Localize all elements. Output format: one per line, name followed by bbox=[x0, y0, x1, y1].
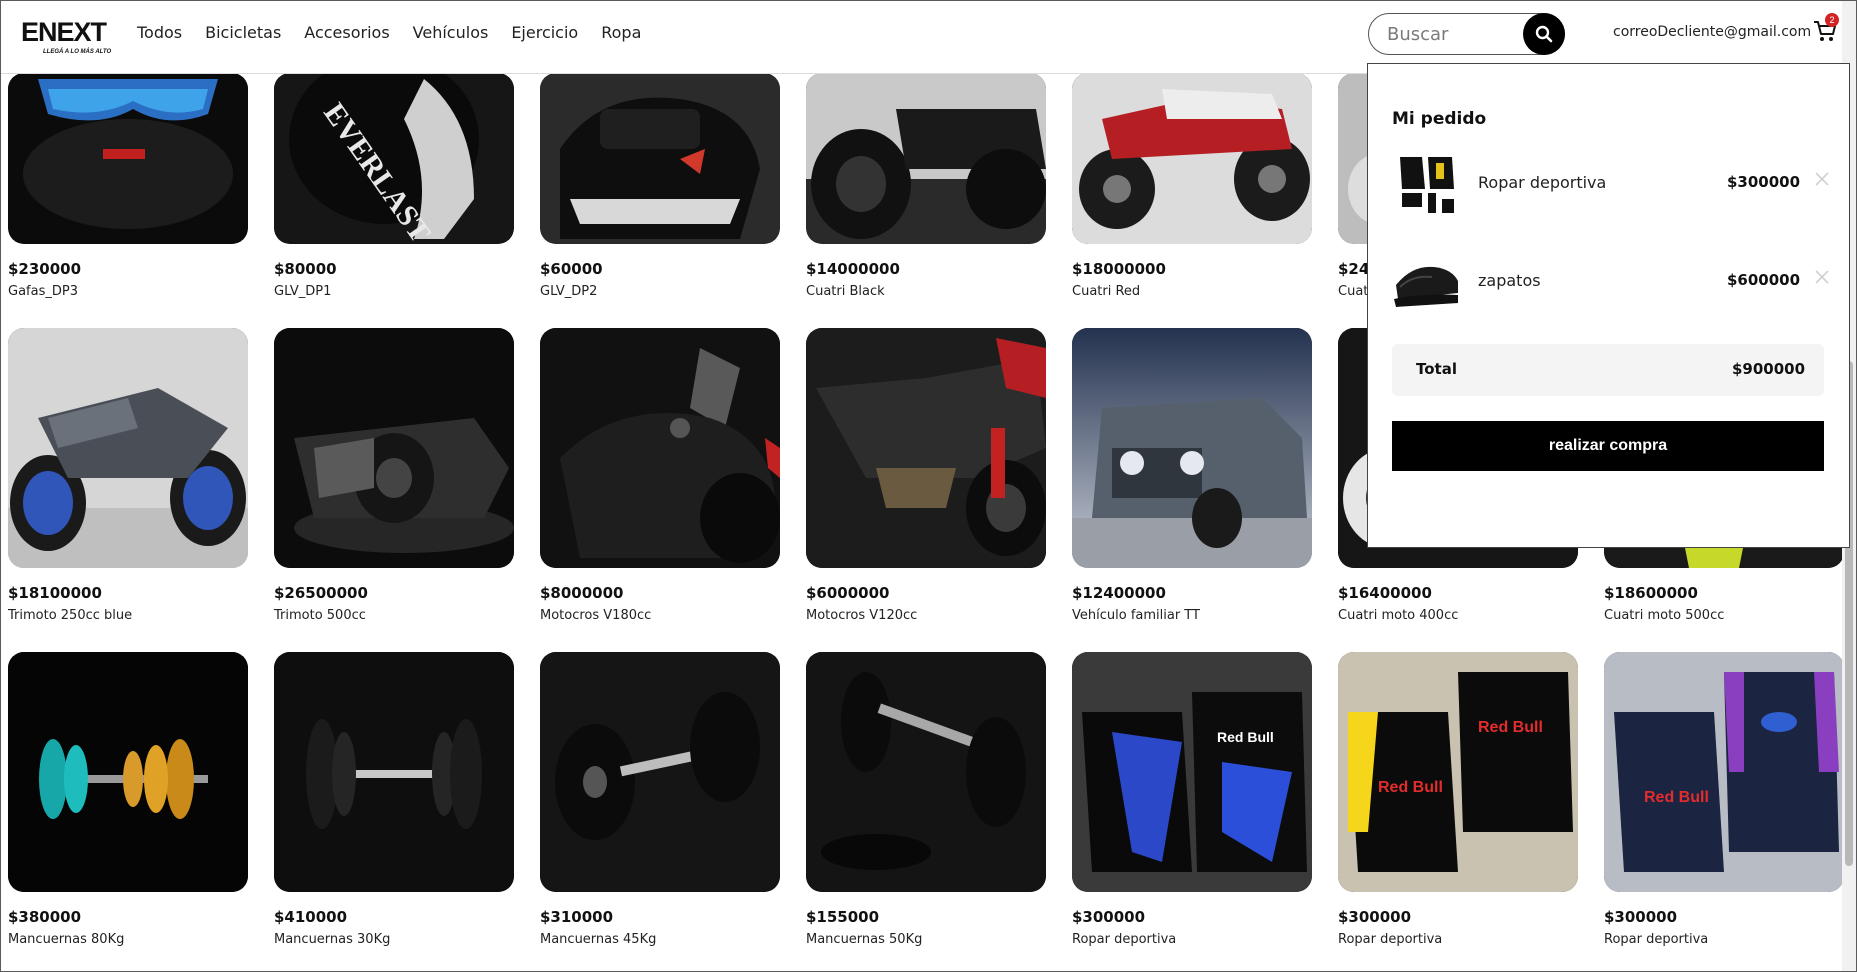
product-price: $230000 bbox=[8, 260, 82, 278]
nav-item-bicicletas[interactable]: Bicicletas bbox=[205, 23, 281, 42]
product-price: $18000000 bbox=[1072, 260, 1166, 278]
total-label: Total bbox=[1416, 360, 1457, 378]
user-email[interactable]: correoDecliente@gmail.com bbox=[1613, 24, 1811, 40]
product-name: Cuatri moto 400cc bbox=[1338, 608, 1459, 623]
order-item-name: Ropar deportiva bbox=[1478, 173, 1607, 192]
order-item-image bbox=[1392, 247, 1462, 317]
product-price: $300000 bbox=[1072, 908, 1146, 926]
product-name: Mancuernas 50Kg bbox=[806, 932, 923, 947]
product-image[interactable] bbox=[274, 652, 514, 892]
svg-text:Red Bull: Red Bull bbox=[1217, 729, 1274, 745]
product-price: $16400000 bbox=[1338, 584, 1432, 602]
product-price: $6000000 bbox=[806, 584, 890, 602]
product-image[interactable]: Red Bull bbox=[1604, 652, 1844, 892]
svg-text:Red Bull: Red Bull bbox=[1478, 719, 1543, 736]
order-total: Total $900000 bbox=[1392, 344, 1824, 396]
nav-item-todos[interactable]: Todos bbox=[137, 23, 182, 42]
product-price: $18100000 bbox=[8, 584, 102, 602]
product-name: GLV_DP2 bbox=[540, 284, 598, 299]
product-image[interactable] bbox=[8, 328, 248, 568]
product-image[interactable]: Red Bull Red Bull bbox=[1338, 652, 1578, 892]
product-price: $8000000 bbox=[540, 584, 624, 602]
brand-name: ENEXT bbox=[21, 17, 107, 47]
order-item-price: $600000 bbox=[1727, 271, 1801, 289]
order-panel: Mi pedido Ropar deportiva $300000 zapato… bbox=[1367, 63, 1850, 548]
remove-item-icon[interactable] bbox=[1812, 169, 1832, 189]
remove-item-icon[interactable] bbox=[1812, 267, 1832, 287]
product-image[interactable] bbox=[806, 652, 1046, 892]
search-icon bbox=[1535, 25, 1553, 43]
order-title: Mi pedido bbox=[1392, 109, 1487, 129]
search-input[interactable] bbox=[1387, 23, 1527, 45]
product-price: $80000 bbox=[274, 260, 337, 278]
product-name: Ropar deportiva bbox=[1072, 932, 1177, 947]
order-item: zapatos $600000 bbox=[1392, 247, 1829, 317]
product-name: Ropar deportiva bbox=[1338, 932, 1443, 947]
search-button[interactable] bbox=[1523, 13, 1565, 55]
search-box bbox=[1368, 13, 1565, 55]
product-price: $310000 bbox=[540, 908, 614, 926]
product-image[interactable] bbox=[274, 328, 514, 568]
product-price: $300000 bbox=[1604, 908, 1678, 926]
order-item: Ropar deportiva $300000 bbox=[1392, 149, 1829, 219]
cart-button[interactable]: 2 bbox=[1812, 13, 1840, 46]
order-item-name: zapatos bbox=[1478, 271, 1541, 290]
product-image[interactable] bbox=[806, 328, 1046, 568]
product-name: Cuatri moto 500cc bbox=[1604, 608, 1725, 623]
product-price: $14000000 bbox=[806, 260, 900, 278]
product-image[interactable] bbox=[1072, 328, 1312, 568]
brand-tagline: LLEGÁ A LO MÁS ALTO bbox=[43, 49, 112, 55]
product-price: $155000 bbox=[806, 908, 880, 926]
product-name: Trimoto 500cc bbox=[274, 608, 366, 623]
product-price: $24 bbox=[1338, 260, 1370, 278]
product-price: $26500000 bbox=[274, 584, 368, 602]
brand-logo[interactable]: ENEXT LLEGÁ A LO MÁS ALTO bbox=[21, 17, 111, 57]
product-image[interactable] bbox=[540, 328, 780, 568]
product-price: $410000 bbox=[274, 908, 348, 926]
product-image[interactable] bbox=[8, 652, 248, 892]
product-name: Ropar deportiva bbox=[1604, 932, 1709, 947]
product-name: Trimoto 250cc blue bbox=[8, 608, 133, 623]
product-name: Motocros V120cc bbox=[806, 608, 918, 623]
svg-text:Red Bull: Red Bull bbox=[1644, 789, 1709, 806]
product-name: Mancuernas 80Kg bbox=[8, 932, 125, 947]
product-price: $12400000 bbox=[1072, 584, 1166, 602]
product-name: Cuat bbox=[1338, 284, 1369, 299]
product-price: $18600000 bbox=[1604, 584, 1698, 602]
product-name: Vehículo familiar TT bbox=[1072, 608, 1200, 623]
nav-item-ejercicio[interactable]: Ejercicio bbox=[511, 23, 578, 42]
cart-count-badge: 2 bbox=[1825, 13, 1839, 27]
nav-item-ropa[interactable]: Ropa bbox=[601, 23, 641, 42]
category-nav: Todos Bicicletas Accesorios Vehículos Ej… bbox=[137, 23, 641, 42]
total-value: $900000 bbox=[1732, 360, 1806, 378]
product-name: GLV_DP1 bbox=[274, 284, 332, 299]
product-name: Gafas_DP3 bbox=[8, 284, 78, 299]
product-name: Cuatri Red bbox=[1072, 284, 1141, 299]
product-price: $380000 bbox=[8, 908, 82, 926]
checkout-button[interactable]: realizar compra bbox=[1392, 421, 1824, 471]
product-name: Cuatri Black bbox=[806, 284, 885, 299]
product-price: $60000 bbox=[540, 260, 603, 278]
nav-item-accesorios[interactable]: Accesorios bbox=[304, 23, 389, 42]
order-item-price: $300000 bbox=[1727, 173, 1801, 191]
product-price: $300000 bbox=[1338, 908, 1412, 926]
order-item-image bbox=[1392, 149, 1462, 219]
product-name: Mancuernas 45Kg bbox=[540, 932, 657, 947]
nav-item-vehiculos[interactable]: Vehículos bbox=[413, 23, 489, 42]
product-name: Mancuernas 30Kg bbox=[274, 932, 391, 947]
product-image[interactable]: Red Bull bbox=[1072, 652, 1312, 892]
svg-text:Red Bull: Red Bull bbox=[1378, 779, 1443, 796]
product-name: Motocros V180cc bbox=[540, 608, 652, 623]
product-image[interactable] bbox=[540, 652, 780, 892]
